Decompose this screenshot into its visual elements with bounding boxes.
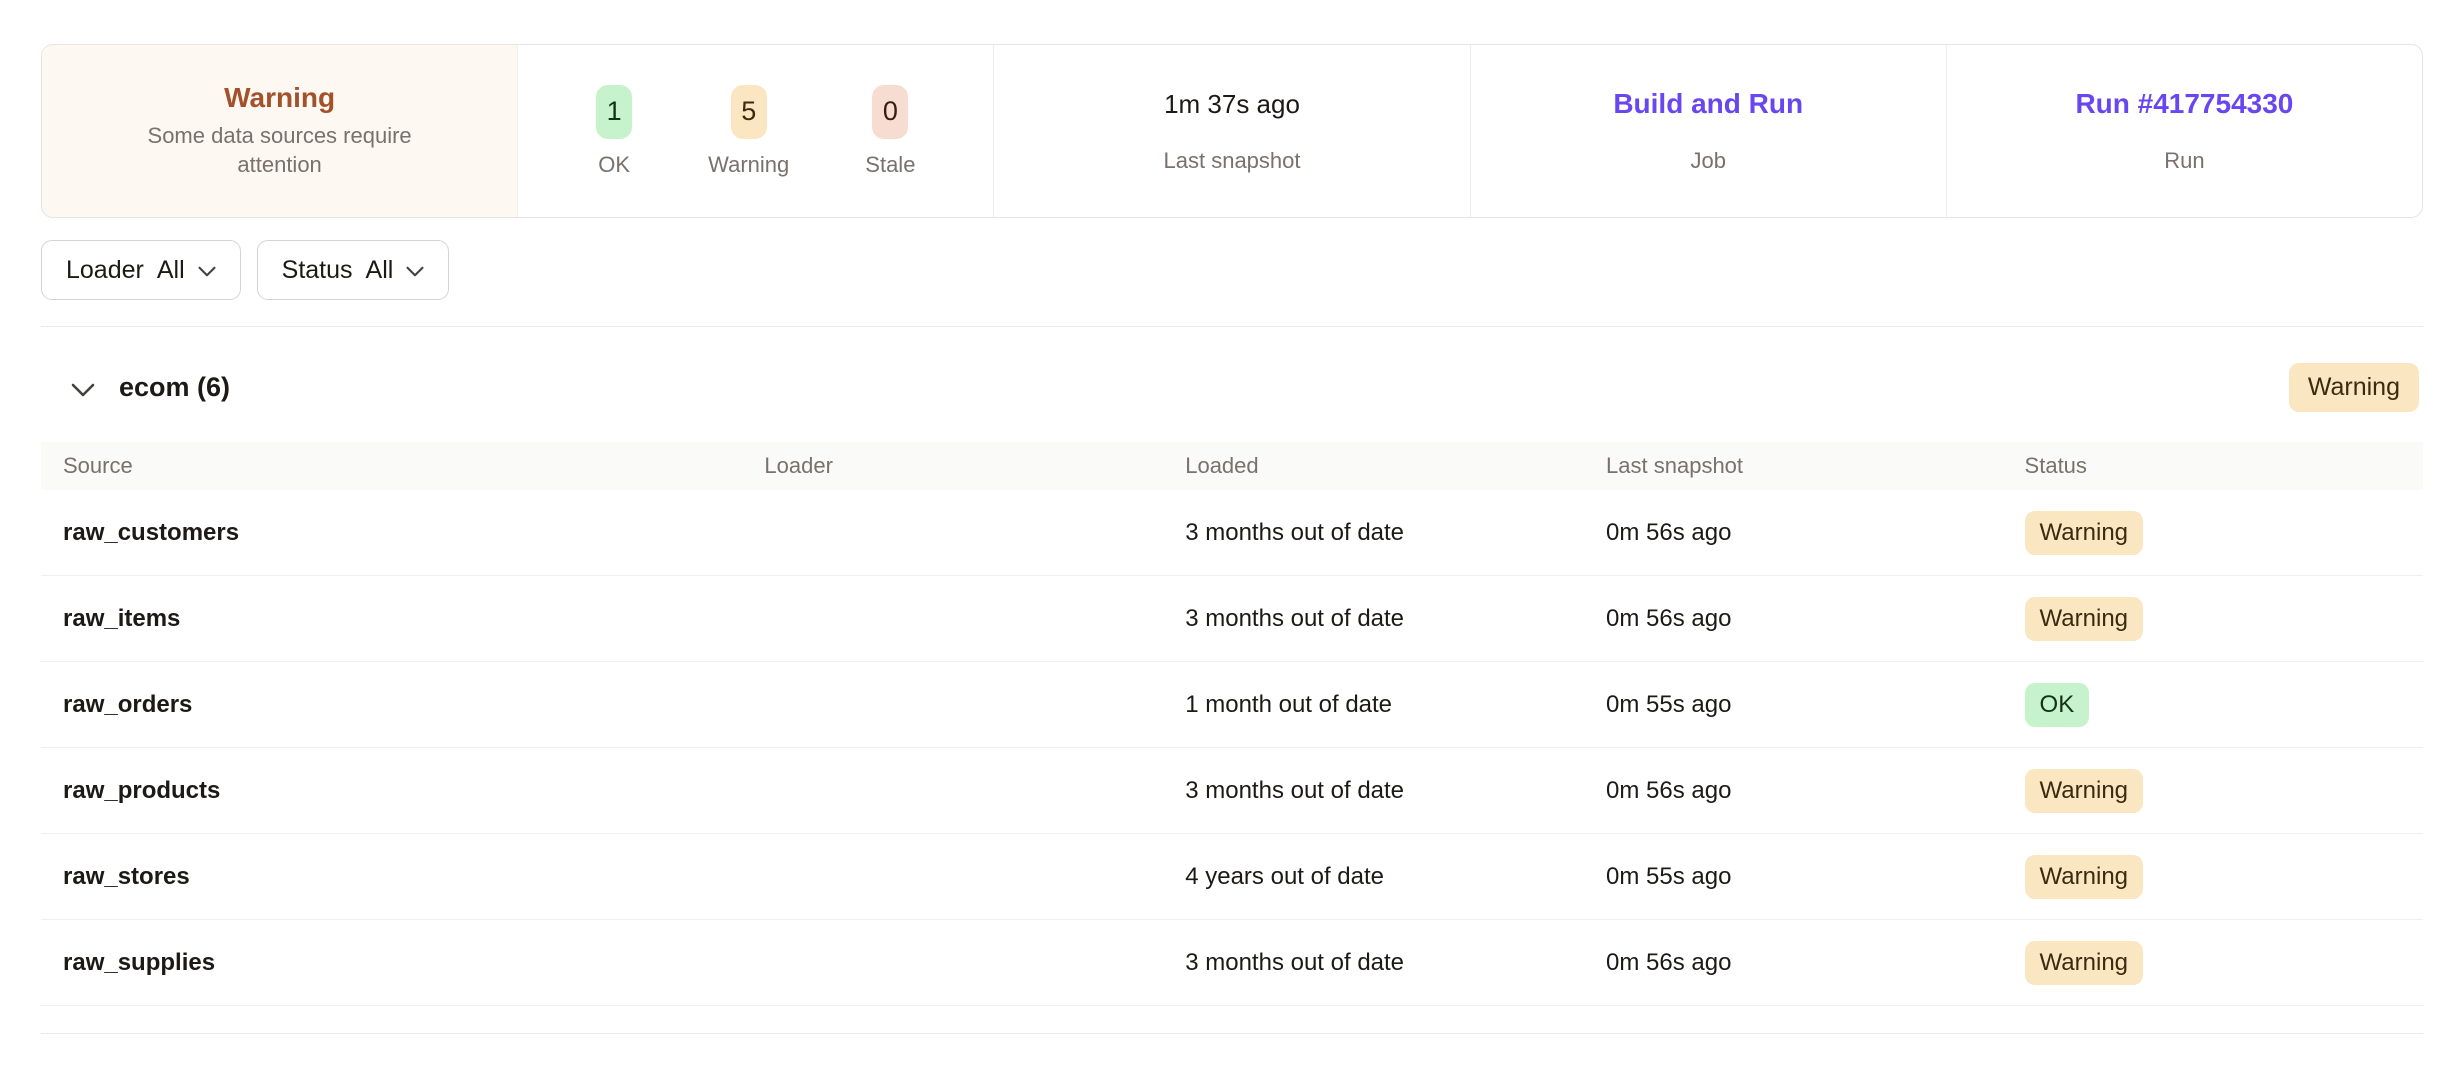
table-header: Source Loader Loaded Last snapshot Statu… xyxy=(41,442,2423,490)
page: Warning Some data sources require attent… xyxy=(0,0,2464,1034)
status-badge: Warning xyxy=(2025,597,2143,641)
group-header-ecom[interactable]: ecom (6) Warning xyxy=(41,363,2423,412)
column-header-status: Status xyxy=(2025,453,2401,479)
counter-stale: 0 Stale xyxy=(865,85,915,178)
group-status-badge: Warning xyxy=(2289,363,2419,412)
cell-status: Warning xyxy=(2025,769,2401,813)
cell-status: Warning xyxy=(2025,597,2401,641)
status-badge: Warning xyxy=(2025,855,2143,899)
table-row[interactable]: raw_stores 4 years out of date 0m 55s ag… xyxy=(41,834,2423,920)
cell-source: raw_products xyxy=(63,777,764,805)
column-header-loader: Loader xyxy=(764,453,1185,479)
counter-warning-label: Warning xyxy=(708,152,789,178)
cell-status: Warning xyxy=(2025,511,2401,555)
job-label: Job xyxy=(1690,148,1725,174)
summary-status-subtitle: Some data sources require attention xyxy=(120,122,440,179)
run-label: Run xyxy=(2164,148,2204,174)
summary-run: Run #417754330 Run xyxy=(1946,45,2422,217)
table-body: raw_customers 3 months out of date 0m 56… xyxy=(41,490,2423,1006)
counter-ok: 1 OK xyxy=(596,85,632,178)
cell-loaded: 3 months out of date xyxy=(1185,605,1606,633)
cell-status: OK xyxy=(2025,683,2401,727)
chevron-down-icon xyxy=(406,266,424,277)
cell-last-snapshot: 0m 55s ago xyxy=(1606,691,2025,719)
status-filter-dropdown[interactable]: Status All xyxy=(257,240,450,300)
table-row[interactable]: raw_orders 1 month out of date 0m 55s ag… xyxy=(41,662,2423,748)
column-header-source: Source xyxy=(63,453,764,479)
status-badge: OK xyxy=(2025,683,2090,727)
cell-last-snapshot: 0m 56s ago xyxy=(1606,777,2025,805)
counter-stale-label: Stale xyxy=(865,152,915,178)
cell-last-snapshot: 0m 55s ago xyxy=(1606,863,2025,891)
cell-last-snapshot: 0m 56s ago xyxy=(1606,519,2025,547)
loader-filter-value: All xyxy=(157,256,185,285)
last-snapshot-value: 1m 37s ago xyxy=(1164,89,1300,120)
status-badge: Warning xyxy=(2025,511,2143,555)
sources-table: Source Loader Loaded Last snapshot Statu… xyxy=(41,442,2423,1006)
chevron-down-icon xyxy=(198,266,216,277)
cell-source: raw_stores xyxy=(63,863,764,891)
cell-source: raw_orders xyxy=(63,691,764,719)
cell-loaded: 4 years out of date xyxy=(1185,863,1606,891)
counter-stale-value: 0 xyxy=(872,85,908,139)
run-link[interactable]: Run #417754330 xyxy=(2075,88,2293,120)
job-link[interactable]: Build and Run xyxy=(1613,88,1803,120)
status-badge: Warning xyxy=(2025,941,2143,985)
cell-source: raw_customers xyxy=(63,519,764,547)
cell-status: Warning xyxy=(2025,855,2401,899)
counter-warning: 5 Warning xyxy=(708,85,789,178)
next-section-divider xyxy=(41,1033,2423,1034)
status-badge: Warning xyxy=(2025,769,2143,813)
table-row[interactable]: raw_customers 3 months out of date 0m 56… xyxy=(41,490,2423,576)
summary-status-title: Warning xyxy=(224,82,335,114)
summary-bar: Warning Some data sources require attent… xyxy=(41,44,2423,218)
cell-source: raw_items xyxy=(63,605,764,633)
cell-last-snapshot: 0m 56s ago xyxy=(1606,949,2025,977)
column-header-last-snapshot: Last snapshot xyxy=(1606,453,2025,479)
status-filter-label: Status xyxy=(282,256,353,285)
group-name: ecom (6) xyxy=(119,372,230,403)
cell-loaded: 3 months out of date xyxy=(1185,519,1606,547)
cell-loaded: 3 months out of date xyxy=(1185,949,1606,977)
cell-source: raw_supplies xyxy=(63,949,764,977)
loader-filter-label: Loader xyxy=(66,256,144,285)
column-header-loaded: Loaded xyxy=(1185,453,1606,479)
filter-bar: Loader All Status All xyxy=(41,240,2423,300)
summary-status-card: Warning Some data sources require attent… xyxy=(42,45,517,217)
cell-status: Warning xyxy=(2025,941,2401,985)
table-row[interactable]: raw_products 3 months out of date 0m 56s… xyxy=(41,748,2423,834)
loader-filter-dropdown[interactable]: Loader All xyxy=(41,240,241,300)
counter-warning-value: 5 xyxy=(731,85,767,139)
cell-last-snapshot: 0m 56s ago xyxy=(1606,605,2025,633)
last-snapshot-label: Last snapshot xyxy=(1164,148,1301,174)
table-row[interactable]: raw_items 3 months out of date 0m 56s ag… xyxy=(41,576,2423,662)
summary-job: Build and Run Job xyxy=(1470,45,1946,217)
chevron-down-icon xyxy=(71,383,95,397)
cell-loaded: 3 months out of date xyxy=(1185,777,1606,805)
counter-ok-label: OK xyxy=(598,152,630,178)
status-filter-value: All xyxy=(366,256,394,285)
table-row[interactable]: raw_supplies 3 months out of date 0m 56s… xyxy=(41,920,2423,1006)
section-divider xyxy=(41,326,2423,327)
counter-ok-value: 1 xyxy=(596,85,632,139)
summary-last-snapshot: 1m 37s ago Last snapshot xyxy=(993,45,1469,217)
cell-loaded: 1 month out of date xyxy=(1185,691,1606,719)
summary-counters: 1 OK 5 Warning 0 Stale xyxy=(517,45,993,217)
